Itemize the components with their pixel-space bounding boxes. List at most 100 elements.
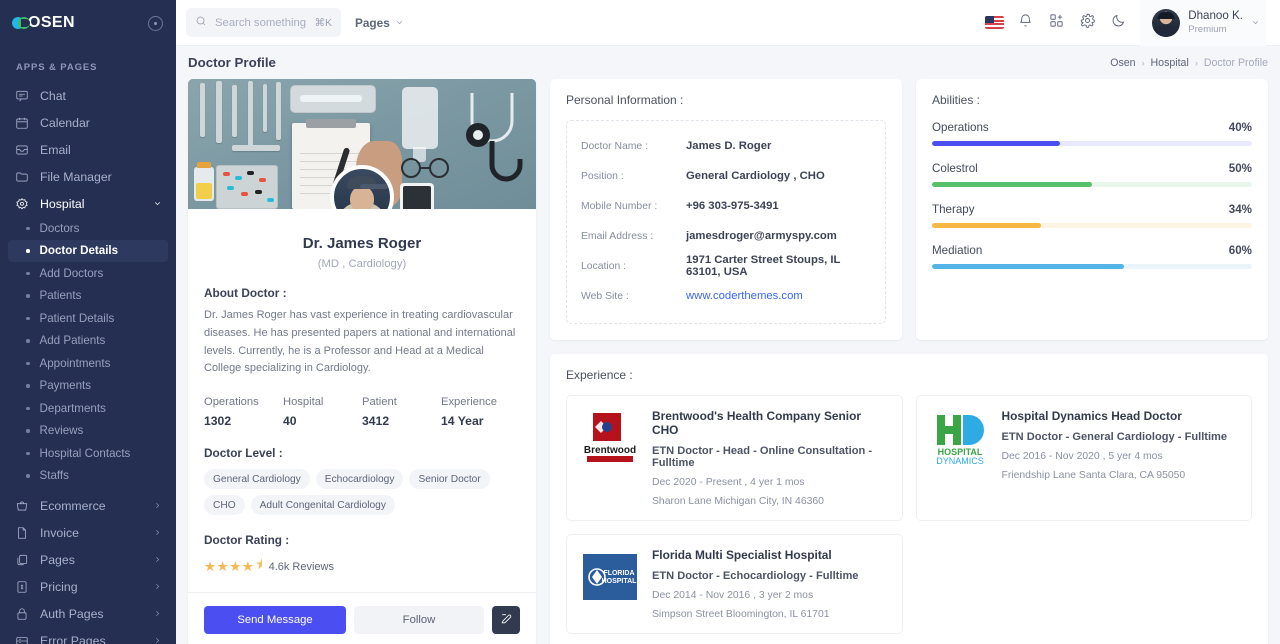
sidebar-item-label: Auth Pages bbox=[40, 606, 104, 621]
stat-label: Patient bbox=[362, 396, 397, 409]
sidebar-subitem-appointments[interactable]: Appointments bbox=[8, 352, 168, 375]
sidebar-subitem-doctors[interactable]: Doctors bbox=[8, 217, 168, 240]
sidebar-subitem-add-patients[interactable]: Add Patients bbox=[8, 330, 168, 353]
sidebar-item-calendar[interactable]: Calendar bbox=[0, 109, 176, 136]
level-tag[interactable]: CHO bbox=[204, 495, 245, 516]
sidebar-subitem-doctor-details[interactable]: Doctor Details bbox=[8, 239, 168, 262]
experience-role: ETN Doctor - Head - Online Consultation … bbox=[652, 445, 873, 469]
copy-icon bbox=[14, 552, 29, 567]
stat-label: Hospital bbox=[283, 396, 324, 409]
level-tag[interactable]: Echocardiology bbox=[315, 469, 404, 490]
sidebar-item-label: Chat bbox=[40, 88, 66, 103]
chevron-right-icon bbox=[153, 553, 162, 567]
ability-progress-track bbox=[932, 264, 1252, 269]
sidebar-item-chat[interactable]: Chat bbox=[0, 82, 176, 109]
info-key: Web Site : bbox=[581, 290, 629, 302]
level-tag[interactable]: General Cardiology bbox=[204, 469, 310, 490]
profile-card: Dr. James Roger (MD , Cardiology) About … bbox=[188, 79, 536, 644]
sidebar-item-email[interactable]: Email bbox=[0, 136, 176, 163]
sidebar-subitem-label: Patient Details bbox=[39, 311, 115, 325]
doctor-level-tags: General Cardiology Echocardiology Senior… bbox=[204, 469, 520, 516]
info-value: jamesdroger@armyspy.com bbox=[686, 230, 837, 242]
level-tag[interactable]: Adult Congenital Cardiology bbox=[250, 495, 395, 516]
doctor-credentials: (MD , Cardiology) bbox=[317, 258, 407, 270]
brentwood-logo-icon: Brentwood bbox=[581, 409, 639, 467]
sidebar-subitem-patients[interactable]: Patients bbox=[8, 285, 168, 308]
search-box[interactable]: ⌘K bbox=[186, 8, 341, 37]
stat-value: 3412 bbox=[362, 414, 390, 429]
rating-stars-icon: ★★★★ bbox=[204, 558, 255, 574]
stat-label: Experience bbox=[441, 396, 497, 409]
sidebar-item-hospital[interactable]: Hospital bbox=[0, 190, 176, 217]
chat-icon bbox=[14, 88, 29, 103]
sidebar-subitem-reviews[interactable]: Reviews bbox=[8, 420, 168, 443]
chevron-right-icon bbox=[153, 580, 162, 594]
chevron-down-icon bbox=[153, 197, 162, 211]
info-value: General Cardiology , CHO bbox=[686, 170, 825, 182]
sidebar-item-pricing[interactable]: Pricing bbox=[0, 573, 176, 600]
settings-button[interactable] bbox=[1072, 0, 1103, 46]
info-key: Location : bbox=[581, 260, 627, 272]
sidebar-subitem-staffs[interactable]: Staffs bbox=[8, 465, 168, 488]
sidebar-item-file-manager[interactable]: File Manager bbox=[0, 163, 176, 190]
ability-progress-fill bbox=[932, 141, 1060, 146]
experience-dates: Dec 2020 - Present , 4 yer 1 mos bbox=[652, 477, 805, 488]
experience-title-text: Brentwood's Health Company Senior CHO bbox=[652, 409, 861, 437]
ability-name: Therapy bbox=[932, 203, 975, 216]
sidebar-subitem-departments[interactable]: Departments bbox=[8, 397, 168, 420]
sidebar-item-label: Invoice bbox=[40, 525, 79, 540]
moon-icon bbox=[1111, 13, 1126, 33]
apps-button[interactable] bbox=[1041, 0, 1072, 46]
sidebar-subitem-payments[interactable]: Payments bbox=[8, 375, 168, 398]
experience-dates: Dec 2016 - Nov 2020 , 5 yer 4 mos bbox=[1001, 451, 1163, 462]
sidebar-item-ecommerce[interactable]: Ecommerce bbox=[0, 492, 176, 519]
about-doctor-text: Dr. James Roger has vast experience in t… bbox=[204, 309, 516, 375]
sidebar-section-label: APPS & PAGES bbox=[16, 62, 98, 73]
experience-title-text: Hospital Dynamics Head Doctor bbox=[1001, 409, 1182, 423]
sidebar-menu: APPS & PAGES Chat Calendar Email File Ma… bbox=[0, 46, 176, 644]
edit-profile-button[interactable] bbox=[492, 606, 520, 635]
sidebar-subitem-label: Appointments bbox=[39, 356, 111, 370]
follow-button[interactable]: Follow bbox=[354, 606, 484, 635]
profile-column: Dr. James Roger (MD , Cardiology) About … bbox=[188, 79, 536, 644]
sidebar-item-error-pages[interactable]: Error Pages bbox=[0, 627, 176, 644]
pages-menu[interactable]: Pages bbox=[355, 16, 404, 30]
dark-mode-button[interactable] bbox=[1103, 0, 1134, 46]
sidebar-collapse-icon[interactable] bbox=[148, 15, 163, 31]
language-flag-button[interactable] bbox=[979, 0, 1010, 46]
sidebar-item-invoice[interactable]: Invoice bbox=[0, 519, 176, 546]
experience-list: Brentwood Brentwood's Health Company Sen… bbox=[566, 395, 1252, 634]
doctor-rating-label: Doctor Rating : bbox=[204, 533, 290, 548]
info-value: James D. Roger bbox=[686, 140, 772, 152]
info-row: Email Address : jamesdroger@armyspy.com bbox=[581, 221, 871, 251]
experience-title: Experience : bbox=[566, 368, 633, 382]
sidebar-subitem-add-doctors[interactable]: Add Doctors bbox=[8, 262, 168, 285]
search-input[interactable] bbox=[215, 16, 307, 29]
level-tag[interactable]: Senior Doctor bbox=[409, 469, 490, 490]
sidebar-subitem-patient-details[interactable]: Patient Details bbox=[8, 307, 168, 330]
sidebar-item-label: Hospital bbox=[40, 196, 85, 211]
ability-colestrol: Colestrol 50% bbox=[932, 162, 1252, 187]
info-key: Doctor Name : bbox=[581, 140, 648, 152]
sidebar-subitem-label: Departments bbox=[39, 401, 106, 415]
ability-progress-track bbox=[932, 223, 1252, 228]
brand-logo: OSEN bbox=[12, 14, 75, 32]
ability-operations: Operations 40% bbox=[932, 121, 1252, 146]
svg-text:DYNAMICS: DYNAMICS bbox=[936, 456, 984, 466]
invoice-icon bbox=[14, 525, 29, 540]
abilities-card: Abilities : Operations 40% Colestrol 50%… bbox=[916, 79, 1268, 340]
sidebar-item-auth-pages[interactable]: Auth Pages bbox=[0, 600, 176, 627]
stat-value: 1302 bbox=[204, 414, 232, 429]
user-role: Premium bbox=[1188, 23, 1227, 35]
notifications-button[interactable] bbox=[1010, 0, 1041, 46]
send-message-button[interactable]: Send Message bbox=[204, 606, 346, 635]
sidebar-brand[interactable]: OSEN bbox=[0, 0, 176, 46]
breadcrumb-item-hospital[interactable]: Hospital bbox=[1151, 57, 1189, 69]
breadcrumb-item-osen[interactable]: Osen bbox=[1110, 57, 1135, 69]
website-link[interactable]: www.coderthemes.com bbox=[686, 290, 803, 302]
info-row: Position : General Cardiology , CHO bbox=[581, 161, 871, 191]
user-menu[interactable]: Dhanoo K. Premium bbox=[1140, 0, 1266, 46]
sidebar-subitem-hospital-contacts[interactable]: Hospital Contacts bbox=[8, 442, 168, 465]
sidebar-item-label: Pages bbox=[40, 552, 75, 567]
sidebar-item-pages[interactable]: Pages bbox=[0, 546, 176, 573]
